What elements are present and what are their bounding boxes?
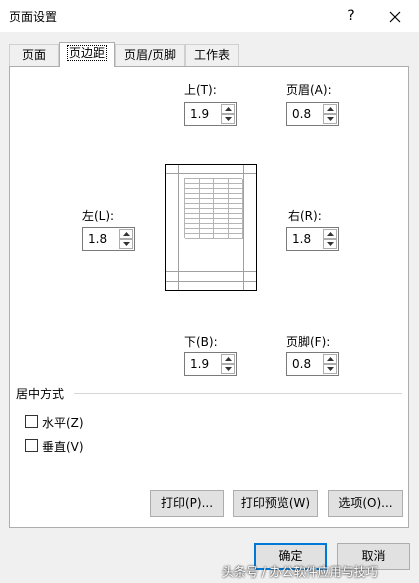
checkbox-box[interactable] [25,439,38,452]
tab-page[interactable]: 页面 [9,44,59,66]
bottom-margin-stepper[interactable]: 1.9 [184,352,237,376]
header-margin-decrement-button[interactable] [323,114,337,124]
footer-margin-value[interactable]: 0.8 [292,357,311,371]
footer-margin-label: 页脚(F): [286,335,331,349]
left-margin-label: 左(L): [82,209,115,223]
top-margin-label: 上(T): [184,83,217,97]
top-margin-decrement-button[interactable] [221,114,235,124]
center-vertical-label[interactable]: 垂直(V) [42,438,84,455]
dialog-title: 页面设置 [9,10,58,24]
tab-sheet[interactable]: 工作表 [185,44,239,66]
arrow-down-icon [327,367,334,371]
arrow-down-icon [123,242,130,246]
bottom-margin-increment-button[interactable] [221,354,235,364]
bottom-margin-label: 下(B): [184,335,218,349]
right-margin-value[interactable]: 1.8 [292,232,311,246]
top-margin-increment-button[interactable] [221,104,235,114]
watermark: 头条号 / 办公软件应用与技巧 [222,565,378,579]
close-button[interactable] [380,3,410,29]
print-preview-button[interactable]: 打印预览(W) [233,490,318,517]
header-margin-increment-button[interactable] [323,104,337,114]
preview-bottom-margin-line [166,271,256,272]
left-margin-value[interactable]: 1.8 [88,232,107,246]
arrow-up-icon [123,232,130,236]
preview-grid-cell [185,234,200,239]
center-section-divider [74,393,402,394]
right-margin-label: 右(R): [288,209,322,223]
margins-panel: 上(T): 1.9 页眉(A): 0.8 左(L): 1.8 右(R): 1.8… [9,66,409,528]
preview-header-line [166,173,256,174]
arrow-up-icon [327,232,334,236]
top-margin-stepper[interactable]: 1.9 [184,102,237,126]
right-margin-stepper[interactable]: 1.8 [286,227,339,251]
page-setup-dialog: 页面设置 ? 页面 页边距 页眉/页脚 工作表 上(T): 1.9 页眉(A):… [0,0,419,583]
header-margin-value[interactable]: 0.8 [292,107,311,121]
header-margin-label: 页眉(A): [286,83,332,97]
bottom-margin-value[interactable]: 1.9 [190,357,209,371]
arrow-up-icon [225,107,232,111]
center-on-page-title: 居中方式 [16,387,65,401]
right-margin-increment-button[interactable] [323,229,337,239]
header-margin-stepper[interactable]: 0.8 [286,102,339,126]
arrow-down-icon [327,117,334,121]
preview-grid-cell [214,234,229,239]
print-button[interactable]: 打印(P)... [150,490,224,517]
footer-margin-increment-button[interactable] [323,354,337,364]
title-bar: 页面设置 ? [0,0,419,32]
footer-margin-decrement-button[interactable] [323,364,337,374]
left-margin-stepper[interactable]: 1.8 [82,227,135,251]
help-button[interactable]: ? [340,4,362,28]
preview-footer-line [166,281,256,282]
footer-margin-stepper[interactable]: 0.8 [286,352,339,376]
left-margin-increment-button[interactable] [119,229,133,239]
tab-header-footer[interactable]: 页眉/页脚 [115,44,185,66]
arrow-down-icon [225,117,232,121]
preview-table-grid [184,178,243,239]
arrow-down-icon [327,242,334,246]
options-button[interactable]: 选项(O)... [328,490,403,517]
preview-grid-cell [199,234,214,239]
bottom-margin-decrement-button[interactable] [221,364,235,374]
arrow-up-icon [225,357,232,361]
checkbox-box[interactable] [25,415,38,428]
page-preview [165,164,257,291]
arrow-up-icon [327,357,334,361]
top-margin-value[interactable]: 1.9 [190,107,209,121]
center-horizontal-label[interactable]: 水平(Z) [42,414,84,431]
tab-margins[interactable]: 页边距 [59,42,115,67]
arrow-down-icon [225,367,232,371]
close-icon [389,11,401,22]
right-margin-decrement-button[interactable] [323,239,337,249]
preview-grid-cell [228,234,243,239]
arrow-up-icon [327,107,334,111]
left-margin-decrement-button[interactable] [119,239,133,249]
